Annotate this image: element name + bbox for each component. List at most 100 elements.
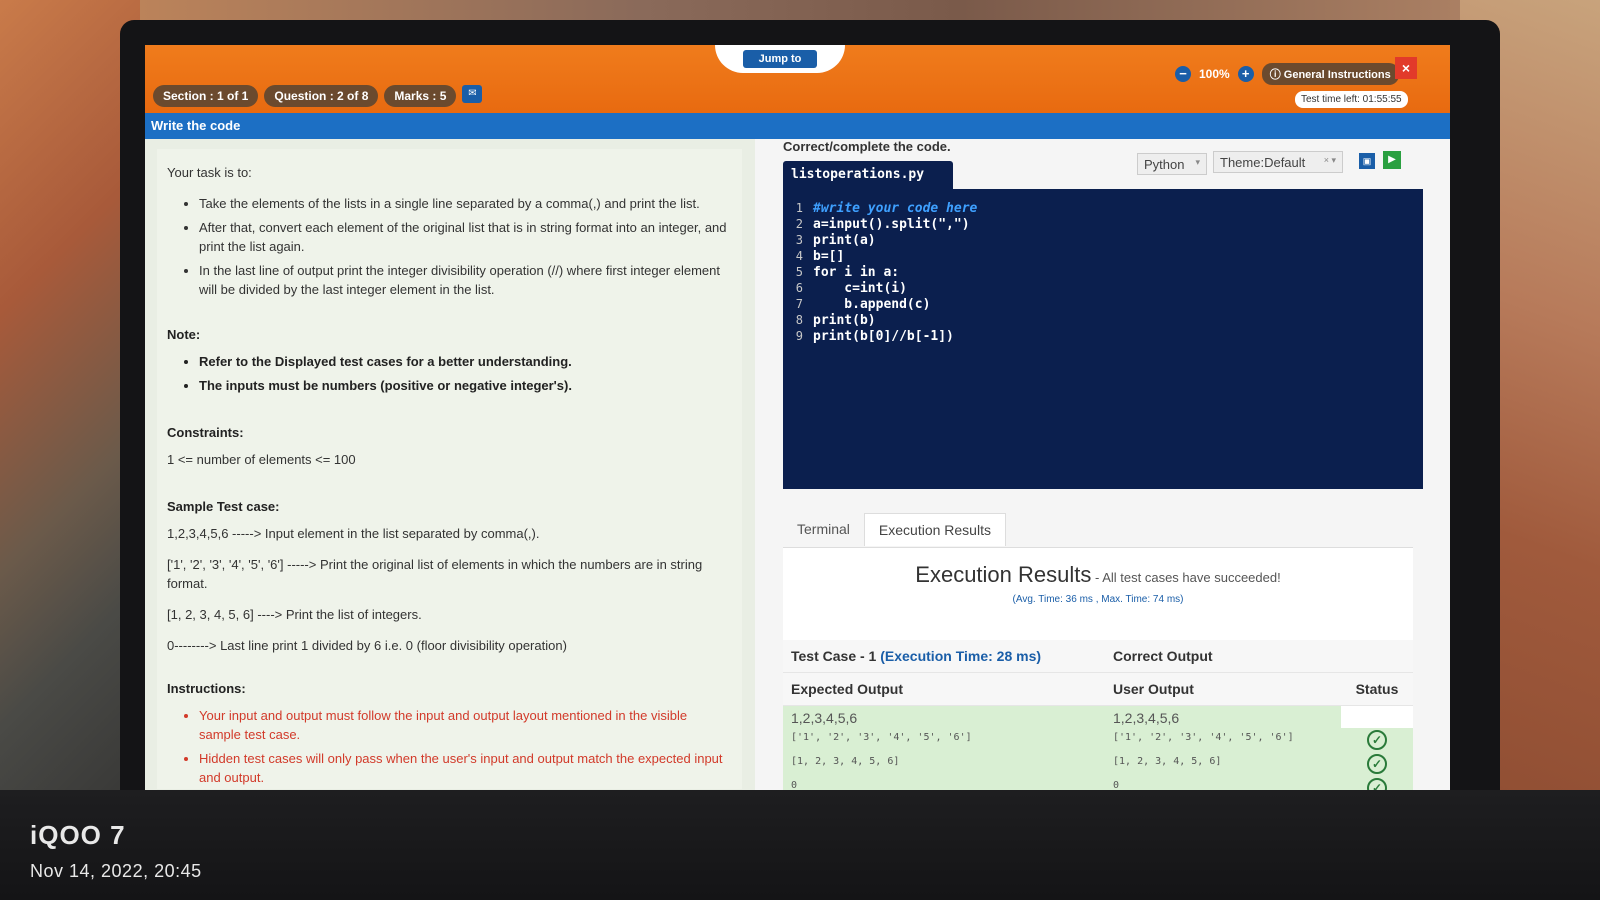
testcase-header-row: Test Case - 1 (Execution Time: 28 ms) Co… — [783, 640, 1413, 673]
line-number: 8 — [795, 313, 803, 327]
testcase-table: Test Case - 1 (Execution Time: 28 ms) Co… — [783, 640, 1413, 790]
line-number: 2 — [795, 217, 803, 231]
line-number: 9 — [795, 329, 803, 343]
expected-output-header: Expected Output — [791, 681, 904, 697]
chevron-down-icon: ▾ — [1195, 157, 1200, 167]
file-tab[interactable]: listoperations.py — [783, 161, 953, 189]
code-line: 8 print(b) — [783, 313, 1423, 329]
code-text: b.append(c) — [813, 297, 931, 312]
sample-line: ['1', '2', '3', '4', '5', '6'] -----> Pr… — [167, 557, 703, 591]
chevron-down-icon: × ▾ — [1323, 155, 1336, 165]
note-item: Refer to the Displayed test cases for a … — [199, 352, 732, 371]
exam-topbar: Jump to Section : 1 of 1 Question : 2 of… — [145, 45, 1450, 113]
jump-to-button[interactable]: Jump to — [715, 45, 845, 73]
code-text: print(a) — [813, 233, 876, 248]
table-row: [1, 2, 3, 4, 5, 6] [1, 2, 3, 4, 5, 6] ✓ — [783, 752, 1413, 776]
task-list: Take the elements of the lists in a sing… — [199, 194, 732, 299]
theme-select[interactable]: Theme:Default × ▾ — [1213, 151, 1343, 173]
code-editor[interactable]: 1 #write your code here 2 a=input().split(… — [783, 189, 1423, 489]
table-row: ['1', '2', '3', '4', '5', '6'] ['1', '2'… — [783, 728, 1413, 752]
theme-value: Theme:Default — [1220, 155, 1306, 170]
code-text: for i in a: — [813, 265, 900, 280]
line-number: 7 — [795, 297, 803, 311]
note-heading: Note: — [167, 327, 201, 342]
expected-input: 1,2,3,4,5,6 — [791, 710, 858, 726]
code-text: c=int(i) — [813, 281, 907, 296]
correct-output-label: Correct Output — [1113, 648, 1213, 664]
code-line: 5 for i in a: — [783, 265, 1423, 281]
jump-to-label[interactable]: Jump to — [743, 50, 817, 68]
camera-datetime: Nov 14, 2022, 20:45 — [30, 861, 202, 881]
code-line: 1 #write your code here — [783, 201, 1423, 217]
general-instructions-button[interactable]: ⓘ General Instructions — [1261, 63, 1399, 85]
table-row: 0 0 ✓ — [783, 776, 1413, 790]
camera-brand: iQOO 7 — [30, 820, 126, 850]
chat-icon[interactable]: ✉ — [462, 85, 483, 103]
status-header: Status — [1355, 681, 1399, 697]
close-button[interactable]: × — [1395, 57, 1417, 79]
line-number: 1 — [795, 201, 803, 215]
code-text: #write your code here — [813, 201, 978, 216]
results-subtitle: - All test cases have succeeded! — [1091, 570, 1281, 585]
general-instructions-label: General Instructions — [1283, 69, 1391, 81]
check-circle-icon: ✓ — [1367, 730, 1387, 750]
instruction-item: Your input and output must follow the in… — [199, 706, 732, 744]
code-line: 2 a=input().split(",") — [783, 217, 1423, 233]
background-left — [0, 0, 140, 900]
status-cell — [1341, 706, 1413, 728]
user-output-header: User Output — [1113, 681, 1194, 697]
instructions-list: Your input and output must follow the in… — [199, 706, 732, 787]
note-item: The inputs must be numbers (positive or … — [199, 376, 732, 395]
code-text: b=[] — [813, 249, 845, 264]
check-circle-icon: ✓ — [1367, 778, 1387, 790]
sample-line: 1,2,3,4,5,6 -----> Input element in the … — [167, 526, 540, 541]
code-line: 4 b=[] — [783, 249, 1423, 265]
status-cell: ✓ — [1341, 728, 1413, 752]
user-output: ['1', '2', '3', '4', '5', '6'] — [1113, 732, 1294, 743]
note-list: Refer to the Displayed test cases for a … — [199, 352, 732, 395]
language-select[interactable]: Python ▾ — [1137, 153, 1207, 175]
user-output: [1, 2, 3, 4, 5, 6] — [1113, 756, 1222, 767]
code-panel: Correct/complete the code. listoperation… — [755, 139, 1450, 790]
question-title: Write the code — [151, 118, 241, 133]
results-timing: (Avg. Time: 36 ms , Max. Time: 74 ms) — [1012, 594, 1184, 605]
constraints-heading: Constraints: — [167, 425, 244, 440]
question-content: Your task is to: Take the elements of th… — [157, 149, 742, 789]
results-header: Execution Results - All test cases have … — [783, 548, 1413, 605]
sample-heading: Sample Test case: — [167, 499, 280, 514]
tab-terminal[interactable]: Terminal — [783, 513, 864, 546]
sample-line: [1, 2, 3, 4, 5, 6] ----> Print the list … — [167, 607, 422, 622]
zoom-in-icon[interactable]: + — [1237, 66, 1254, 82]
expected-output: 0 — [791, 780, 798, 790]
section-badge: Section : 1 of 1 — [153, 85, 259, 107]
testcase-label: Test Case - 1 (Execution Time: 28 ms) — [783, 640, 1105, 672]
instruction-item: Hidden test cases will only pass when th… — [199, 749, 732, 787]
camera-watermark: iQOO 7 Nov 14, 2022, 20:45 — [30, 820, 202, 882]
instructions-heading: Instructions: — [167, 681, 246, 696]
task-item: After that, convert each element of the … — [199, 218, 732, 256]
question-titlebar: Write the code — [145, 113, 1450, 139]
status-pills: Section : 1 of 1 Question : 2 of 8 Marks… — [153, 85, 483, 107]
testcase-time: (Execution Time: 28 ms) — [880, 648, 1042, 664]
column-header-row: Expected Output User Output Status — [783, 673, 1413, 706]
line-number: 5 — [795, 265, 803, 279]
user-output: 0 — [1113, 780, 1120, 790]
output-tabs: Terminal Execution Results — [783, 513, 1006, 546]
code-line: 6 c=int(i) — [783, 281, 1423, 297]
test-timer: Test time left: 01:55:55 — [1295, 91, 1408, 108]
run-icon[interactable]: ▶ — [1383, 151, 1401, 169]
question-badge[interactable]: Question : 2 of 8 — [264, 85, 379, 107]
save-icon[interactable]: ▣ — [1359, 153, 1375, 169]
code-text: print(b) — [813, 313, 876, 328]
question-panel: Your task is to: Take the elements of th… — [145, 139, 755, 790]
status-cell: ✓ — [1341, 752, 1413, 776]
code-text: a=input().split(",") — [813, 217, 970, 232]
zoom-value: 100% — [1199, 67, 1230, 81]
sample-line: 0--------> Last line print 1 divided by … — [167, 638, 567, 653]
table-row: 1,2,3,4,5,6 1,2,3,4,5,6 — [783, 706, 1413, 728]
task-intro: Your task is to: — [167, 165, 252, 180]
check-circle-icon: ✓ — [1367, 754, 1387, 774]
tab-execution-results[interactable]: Execution Results — [863, 513, 1006, 546]
zoom-out-icon[interactable]: − — [1175, 66, 1191, 82]
expected-output: [1, 2, 3, 4, 5, 6] — [791, 756, 900, 767]
